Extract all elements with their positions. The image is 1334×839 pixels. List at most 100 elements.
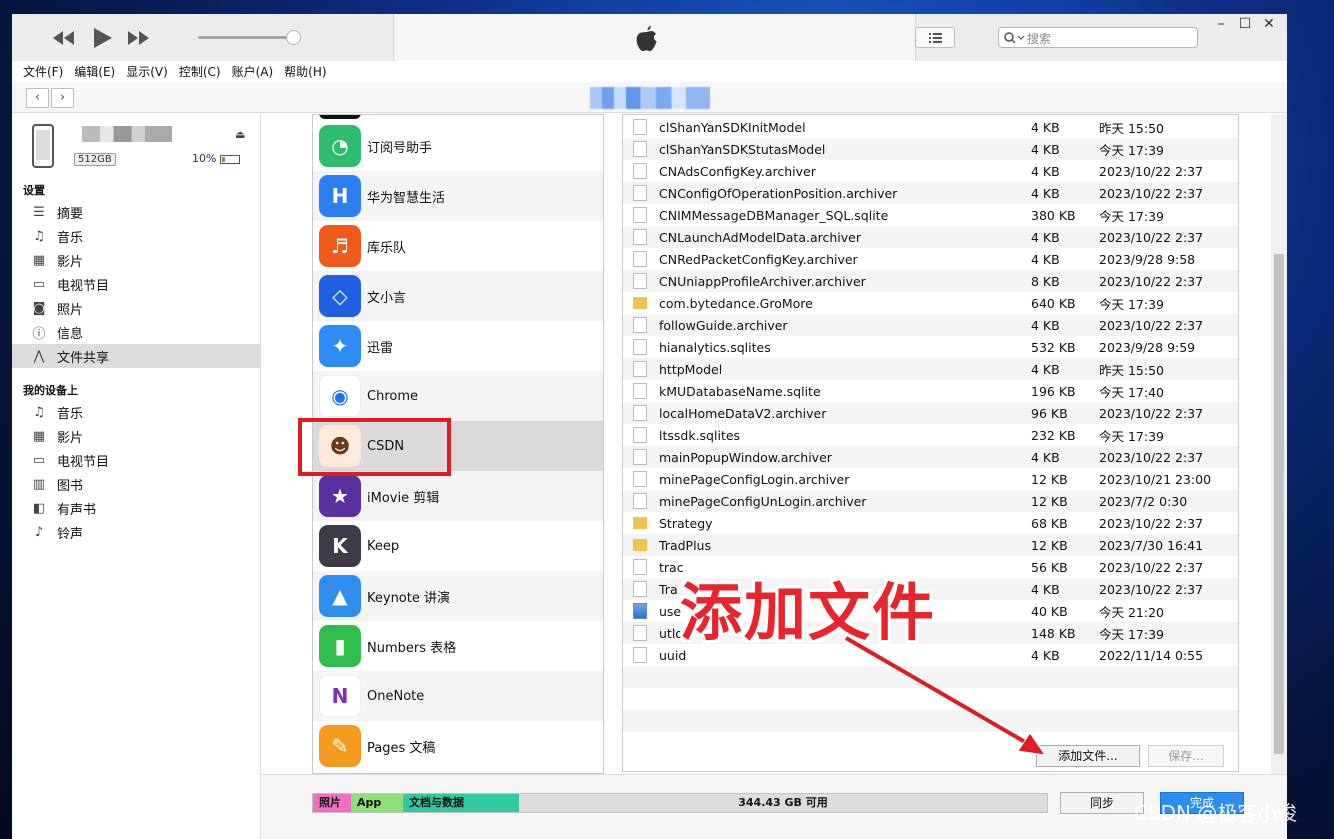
app-row[interactable]: K Keep — [313, 521, 603, 571]
file-row[interactable]: followGuide.archiver 4 KB 2023/10/22 2:37 — [623, 314, 1238, 336]
sidebar-item[interactable]: ▦ 影片 — [12, 248, 261, 272]
sync-button[interactable]: 同步 — [1060, 792, 1144, 814]
file-row[interactable]: hianalytics.sqlites 532 KB 2023/9/28 9:59 — [623, 336, 1238, 358]
sidebar-item[interactable]: ◧ 有声书 — [12, 496, 261, 520]
file-icon — [633, 625, 647, 641]
file-row[interactable]: httpModel 4 KB 昨天 15:50 — [623, 358, 1238, 380]
sidebar-item[interactable]: ⓘ 信息 — [12, 320, 261, 344]
back-button[interactable]: ‹ — [26, 88, 49, 108]
sidebar-item[interactable]: ◙ 照片 — [12, 296, 261, 320]
menu-file[interactable]: 文件(F) — [12, 61, 63, 82]
file-row[interactable]: CNRedPacketConfigKey.archiver 4 KB 2023/9/… — [623, 248, 1238, 270]
file-icon — [633, 163, 647, 179]
maximize-icon[interactable]: ☐ — [1233, 16, 1257, 32]
file-row[interactable]: clShanYanSDKStutasModel 4 KB 今天 17:39 — [623, 138, 1238, 160]
file-name: CNLaunchAdModelData.archiver — [659, 229, 861, 245]
sidebar-item[interactable]: ▦ 影片 — [12, 424, 261, 448]
sidebar-item[interactable]: ☰ 摘要 — [12, 200, 261, 224]
rewind-icon[interactable] — [48, 26, 80, 50]
volume-knob[interactable] — [286, 30, 301, 45]
file-date: 2023/10/22 2:37 — [1099, 559, 1204, 575]
app-name: 订阅号助手 — [367, 140, 433, 156]
file-row[interactable]: CNLaunchAdModelData.archiver 4 KB 2023/10/… — [623, 226, 1238, 248]
file-date: 今天 17:39 — [1099, 428, 1164, 444]
imovie-icon: ★ — [319, 475, 361, 517]
file-row[interactable]: CNUniappProfileArchiver.archiver 8 KB 2023… — [623, 270, 1238, 292]
battery-status: 10% — [192, 152, 240, 165]
file-row[interactable]: CNAdsConfigKey.archiver 4 KB 2023/10/22 2:… — [623, 160, 1238, 182]
file-row[interactable]: clShanYanSDKInitModel 4 KB 昨天 15:50 — [623, 116, 1238, 138]
minimize-icon[interactable]: – — [1209, 16, 1233, 32]
app-row[interactable]: ◇ 文小言 — [313, 271, 603, 321]
file-icon — [633, 471, 647, 487]
app-row[interactable]: ◔ 订阅号助手 — [313, 121, 603, 171]
wenxiaoyan-icon: ◇ — [319, 275, 361, 317]
watermark: CSDN @极客小俊 — [1134, 801, 1298, 825]
file-row[interactable]: ltssdk.sqlites 232 KB 今天 17:39 — [623, 424, 1238, 446]
menu-control[interactable]: 控制(C) — [168, 61, 221, 82]
scrollbar-thumb[interactable] — [1274, 254, 1284, 754]
app-row[interactable]: N OneNote — [313, 671, 603, 721]
file-row[interactable]: TradPlus 12 KB 2023/7/30 16:41 — [623, 534, 1238, 556]
sidebar-item[interactable]: ♫ 音乐 — [12, 400, 261, 424]
menu-edit[interactable]: 编辑(E) — [63, 61, 115, 82]
file-row[interactable]: minePageConfigUnLogin.archiver 12 KB 2023/… — [623, 490, 1238, 512]
file-name: ltssdk.sqlites — [659, 427, 741, 443]
app-row[interactable]: ▮ Numbers 表格 — [313, 621, 603, 671]
sidebar-item[interactable]: ♫ 音乐 — [12, 224, 261, 248]
file-row[interactable]: com.bytedance.GroMore 640 KB 今天 17:39 — [623, 292, 1238, 314]
play-icon[interactable] — [86, 26, 118, 50]
sidebar-item-label: 影片 — [57, 430, 84, 446]
file-row[interactable]: CNIMMessageDBManager_SQL.sqlite 380 KB 今天 … — [623, 204, 1238, 226]
sidebar-item[interactable]: ▭ 电视节目 — [12, 448, 261, 472]
app-row[interactable]: ♬ 库乐队 — [313, 221, 603, 271]
sidebar-item[interactable]: ▭ 电视节目 — [12, 272, 261, 296]
menu-view[interactable]: 显示(V) — [115, 61, 168, 82]
app-icon-partial — [319, 115, 361, 119]
app-row[interactable]: ▲ Keynote 讲演 — [313, 571, 603, 621]
pages-icon: ✎ — [319, 725, 361, 767]
scrollbar[interactable] — [1271, 114, 1287, 774]
app-row[interactable]: ✎ Pages 文稿 — [313, 721, 603, 771]
file-size: 4 KB — [1031, 229, 1060, 245]
file-size: 4 KB — [1031, 141, 1060, 157]
sidebar-item[interactable]: ▥ 图书 — [12, 472, 261, 496]
app-row[interactable]: ★ iMovie 剪辑 — [313, 471, 603, 521]
save-button[interactable]: 保存... — [1148, 745, 1224, 767]
file-row[interactable]: minePageConfigLogin.archiver 12 KB 2023/10… — [623, 468, 1238, 490]
menu-help[interactable]: 帮助(H) — [273, 61, 326, 82]
file-icon — [633, 229, 647, 245]
eject-icon[interactable]: ⏏ — [235, 128, 245, 141]
app-row[interactable]: H 华为智慧生活 — [313, 171, 603, 221]
file-icon — [633, 141, 647, 157]
list-view-button[interactable] — [915, 27, 955, 48]
app-row[interactable]: ✦ 迅雷 — [313, 321, 603, 371]
volume-slider[interactable] — [198, 36, 294, 39]
app-row[interactable]: ◉ Chrome — [313, 371, 603, 421]
file-date: 昨天 15:50 — [1099, 120, 1164, 136]
file-size: 8 KB — [1031, 273, 1060, 289]
search-input[interactable]: 搜索 — [998, 27, 1198, 48]
file-icon — [633, 647, 647, 663]
file-name: minePageConfigLogin.archiver — [659, 471, 850, 487]
file-row[interactable]: mainPopupWindow.archiver 4 KB 2023/10/22 2… — [623, 446, 1238, 468]
file-row[interactable]: kMUDatabaseName.sqlite 196 KB 今天 17:40 — [623, 380, 1238, 402]
device-name-blurred — [82, 126, 172, 142]
app-name: Pages 文稿 — [367, 740, 436, 756]
iphone-icon — [32, 124, 54, 168]
menu-account[interactable]: 账户(A) — [221, 61, 274, 82]
sidebar-item[interactable]: ⋀ 文件共享 — [12, 344, 261, 368]
file-row[interactable]: CNConfigOfOperationPosition.archiver 4 KB… — [623, 182, 1238, 204]
forward-button[interactable]: › — [51, 88, 74, 108]
file-name: localHomeDataV2.archiver — [659, 405, 827, 421]
player-controls — [12, 14, 394, 61]
film-icon: ▦ — [32, 252, 46, 268]
file-name: httpModel — [659, 361, 723, 377]
sidebar-item[interactable]: ♪ 铃声 — [12, 520, 261, 544]
file-name: clShanYanSDKStutasModel — [659, 141, 826, 157]
file-row[interactable]: localHomeDataV2.archiver 96 KB 2023/10/22 … — [623, 402, 1238, 424]
close-icon[interactable]: ✕ — [1257, 16, 1281, 32]
fast-forward-icon[interactable] — [122, 26, 154, 50]
file-row[interactable]: Strategy 68 KB 2023/10/22 2:37 — [623, 512, 1238, 534]
file-icon — [633, 207, 647, 223]
